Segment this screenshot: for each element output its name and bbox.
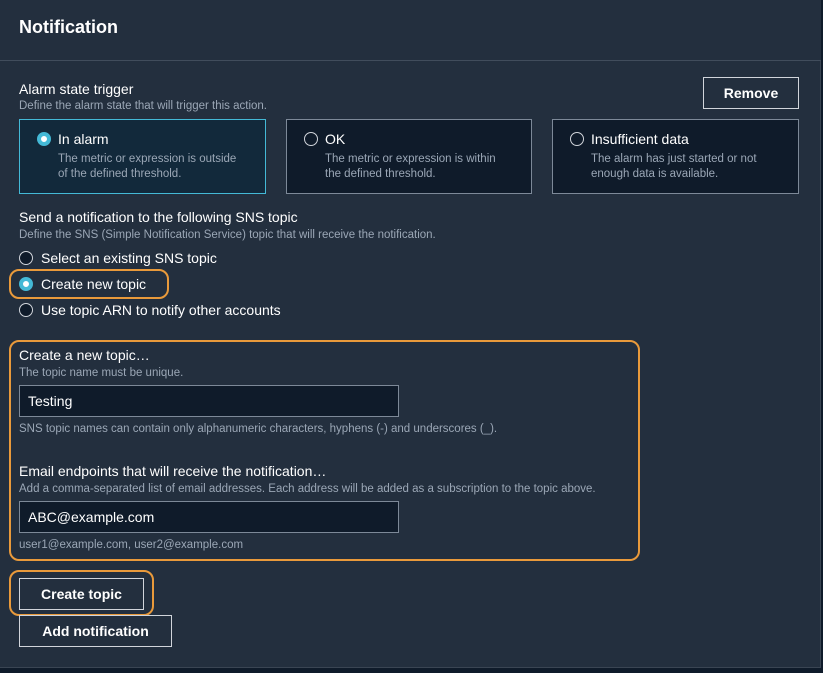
tile-description-line: The alarm has just started or not (591, 153, 757, 165)
option-label: Use topic ARN to notify other accounts (41, 302, 281, 318)
radio-insufficient-data[interactable] (570, 132, 584, 146)
topic-name-constraint: SNS topic names can contain only alphanu… (19, 423, 498, 435)
tile-description-line: of the defined threshold. (58, 168, 182, 180)
email-endpoints-label: Email endpoints that will receive the no… (19, 463, 327, 479)
radio-ok[interactable] (304, 132, 318, 146)
radio-in-alarm[interactable] (37, 132, 51, 146)
tile-description-line: The metric or expression is within (325, 153, 496, 165)
tile-title: OK (325, 131, 346, 147)
panel-header: Notification (0, 0, 821, 61)
email-endpoints-input[interactable] (19, 501, 399, 533)
tile-description: The alarm has just started or not enough… (591, 152, 791, 182)
tile-description: The metric or expression is outside of t… (58, 152, 258, 182)
radio-use-topic-arn[interactable] (19, 303, 33, 317)
tile-description-line: The metric or expression is outside (58, 153, 237, 165)
panel-title: Notification (19, 17, 118, 37)
email-endpoints-hint: user1@example.com, user2@example.com (19, 539, 244, 551)
option-label: Create new topic (41, 276, 147, 292)
email-endpoints-description: Add a comma-separated list of email addr… (19, 483, 596, 495)
alarm-state-description: Define the alarm state that will trigger… (19, 100, 268, 112)
tile-title: In alarm (58, 131, 109, 147)
remove-button[interactable]: Remove (703, 77, 799, 109)
tile-description-line: enough data is available. (591, 168, 719, 180)
radio-select-existing-topic[interactable] (19, 251, 33, 265)
add-notification-button[interactable]: Add notification (19, 615, 172, 647)
tile-title: Insufficient data (591, 131, 689, 147)
option-label: Select an existing SNS topic (41, 250, 217, 266)
alarm-state-tile-ok[interactable]: OK The metric or expression is within th… (286, 119, 532, 194)
sns-topic-label: Send a notification to the following SNS… (19, 209, 298, 225)
notification-panel: Notification Alarm state trigger Define … (0, 0, 821, 668)
create-topic-button[interactable]: Create topic (19, 578, 144, 610)
radio-create-new-topic[interactable] (19, 277, 33, 291)
topic-name-input[interactable] (19, 385, 399, 417)
option-create-new-topic[interactable]: Create new topic (19, 275, 146, 293)
new-topic-label: Create a new topic… (19, 347, 150, 363)
alarm-state-tile-insufficient-data[interactable]: Insufficient data The alarm has just sta… (552, 119, 799, 194)
sns-topic-description: Define the SNS (Simple Notification Serv… (19, 229, 436, 241)
tile-description: The metric or expression is within the d… (325, 152, 525, 182)
option-select-existing-topic[interactable]: Select an existing SNS topic (19, 249, 217, 267)
option-use-topic-arn[interactable]: Use topic ARN to notify other accounts (19, 301, 281, 319)
tile-description-line: the defined threshold. (325, 168, 436, 180)
alarm-state-label: Alarm state trigger (19, 81, 134, 97)
new-topic-description: The topic name must be unique. (19, 367, 184, 379)
alarm-state-tile-in-alarm[interactable]: In alarm The metric or expression is out… (19, 119, 266, 194)
